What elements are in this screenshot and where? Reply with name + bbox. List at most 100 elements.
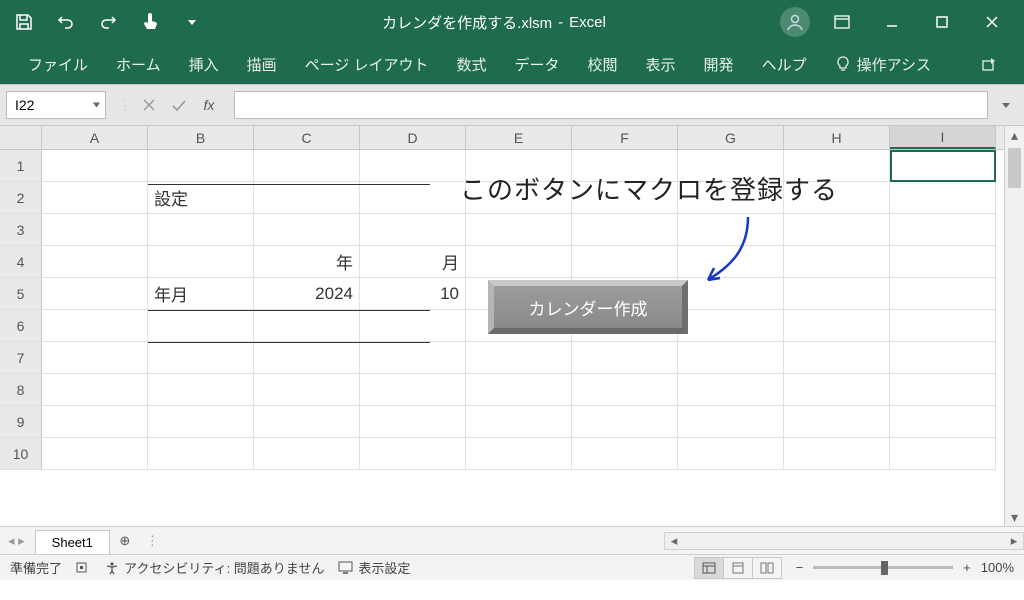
cell[interactable] [678,310,784,342]
cell[interactable] [572,438,678,470]
row-header[interactable]: 10 [0,438,42,470]
row-header[interactable]: 9 [0,406,42,438]
tab-insert[interactable]: 挿入 [177,48,231,81]
qat-dropdown-icon[interactable] [176,6,208,38]
redo-icon[interactable] [92,6,124,38]
scroll-up-icon[interactable]: ▴ [1005,126,1024,144]
normal-view-icon[interactable] [694,557,724,579]
cell[interactable] [890,278,996,310]
cell-b2[interactable]: 設定 [148,182,254,214]
calendar-create-button[interactable]: カレンダー作成 [488,280,688,334]
cell[interactable] [572,406,678,438]
name-box[interactable]: I22 [6,91,106,119]
undo-icon[interactable] [50,6,82,38]
cell[interactable] [148,214,254,246]
tab-draw[interactable]: 描画 [235,48,289,81]
tab-splitter[interactable]: ⋮ [140,533,165,549]
row-header[interactable]: 5 [0,278,42,310]
col-header-e[interactable]: E [466,126,572,149]
cell[interactable] [466,214,572,246]
cell[interactable] [890,438,996,470]
cell[interactable] [572,374,678,406]
cell[interactable] [148,406,254,438]
row-header[interactable]: 2 [0,182,42,214]
cell[interactable] [254,406,360,438]
tab-developer[interactable]: 開発 [692,48,746,81]
cell[interactable] [678,438,784,470]
page-break-view-icon[interactable] [752,557,782,579]
col-header-h[interactable]: H [784,126,890,149]
cell[interactable] [466,246,572,278]
col-header-c[interactable]: C [254,126,360,149]
ribbon-display-icon[interactable] [818,0,866,44]
col-header-f[interactable]: F [572,126,678,149]
cell[interactable] [360,214,466,246]
cell[interactable] [784,278,890,310]
cell[interactable] [784,214,890,246]
tab-formulas[interactable]: 数式 [444,48,498,81]
user-avatar[interactable] [780,7,810,37]
scroll-down-icon[interactable]: ▾ [1005,508,1024,526]
share-icon[interactable] [972,55,1008,73]
cell-c4[interactable]: 年 [254,246,360,278]
cell[interactable] [42,150,148,182]
maximize-button[interactable] [918,0,966,44]
cell-c5[interactable]: 2024 [254,278,360,310]
cell[interactable] [42,342,148,374]
horizontal-scrollbar[interactable]: ◂ ▸ [664,532,1024,550]
vertical-scrollbar[interactable]: ▴ ▾ [1004,126,1024,526]
cell[interactable] [254,214,360,246]
cell[interactable] [360,406,466,438]
name-box-dropdown-icon[interactable] [92,101,101,110]
cell[interactable] [254,150,360,182]
cell[interactable] [466,342,572,374]
cell[interactable] [890,342,996,374]
row-header[interactable]: 4 [0,246,42,278]
tab-view[interactable]: 表示 [634,48,688,81]
col-header-d[interactable]: D [360,126,466,149]
cell[interactable] [254,438,360,470]
cell[interactable] [360,374,466,406]
scroll-thumb[interactable] [1008,148,1021,188]
cell-d4[interactable]: 月 [360,246,466,278]
cell[interactable] [678,374,784,406]
row-header[interactable]: 1 [0,150,42,182]
row-header[interactable]: 6 [0,310,42,342]
cell[interactable] [360,342,466,374]
cell[interactable] [360,182,466,214]
cell[interactable] [678,342,784,374]
tab-data[interactable]: データ [503,48,572,81]
col-header-b[interactable]: B [148,126,254,149]
zoom-level[interactable]: 100% [981,560,1014,575]
col-header-g[interactable]: G [678,126,784,149]
cell[interactable] [784,310,890,342]
cell[interactable] [572,342,678,374]
cell[interactable] [466,438,572,470]
cell[interactable] [678,406,784,438]
cell[interactable] [784,342,890,374]
col-header-a[interactable]: A [42,126,148,149]
scroll-right-icon[interactable]: ▸ [1005,533,1023,549]
cell[interactable] [148,374,254,406]
cell[interactable] [784,246,890,278]
cell-b5[interactable]: 年月 [148,278,254,310]
formula-input[interactable] [234,91,988,119]
cell[interactable] [148,246,254,278]
cell[interactable] [890,150,996,182]
cell[interactable] [890,246,996,278]
display-settings[interactable]: 表示設定 [338,558,410,577]
cell[interactable] [890,374,996,406]
cell[interactable] [784,406,890,438]
cell[interactable] [42,406,148,438]
cell[interactable] [254,374,360,406]
row-header[interactable]: 3 [0,214,42,246]
new-sheet-icon[interactable]: ⊕ [110,533,140,549]
enter-icon[interactable] [166,92,192,118]
cell[interactable] [466,374,572,406]
sheet-tab[interactable]: Sheet1 [35,530,110,554]
cell[interactable] [148,438,254,470]
zoom-out-icon[interactable]: − [796,560,804,575]
cell[interactable] [572,214,678,246]
page-layout-view-icon[interactable] [723,557,753,579]
zoom-in-icon[interactable]: + [963,560,971,575]
